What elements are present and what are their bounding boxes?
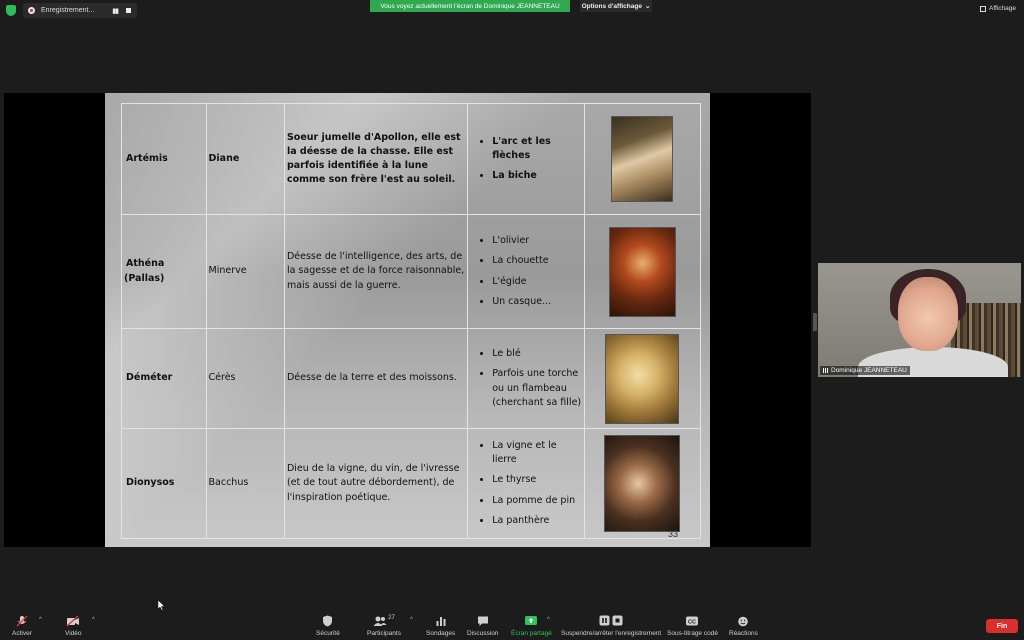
list-item: La pomme de pin: [492, 494, 581, 508]
greek-name-cell: Artémis: [121, 103, 207, 215]
cc-icon: CC: [686, 616, 699, 626]
view-button-label: Affichage: [989, 5, 1016, 12]
meeting-toolbar: Activer ^ Vidéo ^ Sécurité 27 Participan…: [0, 605, 1024, 640]
svg-text:CC: CC: [688, 620, 696, 626]
list-item: L'arc et les flèches: [492, 135, 581, 164]
attributes-cell: La vigne et le lierre Le thyrse La pomme…: [467, 428, 585, 539]
reactions-button[interactable]: Réactions: [729, 615, 758, 637]
list-item: Parfois une torche ou un flambeau (cherc…: [492, 367, 581, 410]
table-row: Déméter Cérès Déesse de la terre et des …: [121, 328, 702, 429]
share-options-caret[interactable]: ^: [547, 617, 550, 623]
attributes-cell: Le blé Parfois une torche ou un flambeau…: [467, 328, 585, 429]
artemis-painting: [611, 116, 674, 202]
video-options-caret[interactable]: ^: [92, 617, 95, 623]
painting-cell: [583, 214, 702, 329]
polls-button[interactable]: Sondages: [426, 615, 455, 637]
mute-button[interactable]: Activer: [12, 615, 32, 637]
presentation-slide: Artémis Diane Soeur jumelle d'Apollon, e…: [105, 93, 710, 547]
list-item: Le thyrse: [492, 473, 581, 487]
greek-name-cell: Dionysos: [121, 428, 207, 539]
audio-options-caret[interactable]: ^: [39, 617, 42, 623]
description-cell: Dieu de la vigne, du vin, de l'ivresse (…: [283, 428, 469, 539]
roman-name-cell: Cérès: [205, 328, 285, 429]
participants-count: 27: [388, 615, 395, 621]
list-item: L'olivier: [492, 234, 581, 248]
pause-icon: [599, 615, 610, 626]
share-screen-icon: [525, 616, 538, 625]
share-screen-button[interactable]: Écran partagé: [511, 615, 552, 637]
bar-chart-icon: [436, 617, 446, 626]
list-item: La biche: [492, 169, 581, 183]
table-row: Artémis Diane Soeur jumelle d'Apollon, e…: [121, 103, 702, 215]
stop-recording-icon[interactable]: [126, 8, 131, 13]
chat-button[interactable]: Discussion: [467, 615, 498, 637]
dionysos-painting: [604, 435, 681, 532]
participants-button[interactable]: 27 Participants: [367, 615, 401, 637]
description-cell: Déesse de la terre et des moissons.: [283, 328, 469, 429]
chat-bubble-icon: [477, 616, 488, 626]
participants-icon: [373, 616, 387, 626]
grid-icon: [980, 5, 987, 12]
description-cell: Soeur jumelle d'Apollon, elle est la dée…: [283, 103, 469, 215]
chevron-down-icon: ⌄: [644, 3, 651, 10]
participants-options-caret[interactable]: ^: [410, 617, 413, 623]
painting-cell: [583, 103, 702, 215]
camera-off-icon: [66, 615, 80, 627]
signal-icon: [823, 368, 829, 373]
video-button[interactable]: Vidéo: [65, 615, 82, 637]
participant-face: [898, 277, 958, 351]
participant-name-label: Dominique JEANNETEAU: [820, 366, 910, 375]
stop-icon: [612, 615, 623, 626]
demeter-painting: [605, 333, 680, 424]
list-item: Le blé: [492, 347, 581, 361]
participant-video[interactable]: Dominique JEANNETEAU: [818, 263, 1021, 377]
shield-icon: [323, 615, 333, 627]
emoji-icon: [738, 616, 749, 627]
attributes-cell: L'olivier La chouette L'égide Un casque.…: [467, 214, 585, 329]
shared-screen: Artémis Diane Soeur jumelle d'Apollon, e…: [4, 93, 811, 547]
greek-name-cell: Déméter: [121, 328, 207, 429]
table-row: Athéna (Pallas) Minerve Déesse de l'inte…: [121, 214, 702, 329]
roman-name-cell: Diane: [205, 103, 285, 215]
athena-painting: [608, 226, 676, 317]
view-button[interactable]: Affichage: [980, 5, 1016, 12]
recording-label: Enregistrement...: [41, 7, 95, 14]
view-options-label: Options d'affichage: [581, 2, 642, 10]
pause-stop-recording-button[interactable]: Suspendre/arrêter l'enregistrement: [561, 615, 661, 637]
roman-name-cell: Minerve: [205, 214, 285, 329]
security-shield-icon[interactable]: [6, 5, 16, 16]
painting-cell: [583, 428, 702, 539]
list-item: La panthère: [492, 514, 581, 528]
list-item: La chouette: [492, 254, 581, 268]
security-button[interactable]: Sécurité: [316, 615, 340, 637]
captions-button[interactable]: CC Sous-titrage codé: [667, 615, 718, 637]
record-icon: [28, 7, 35, 14]
view-options-button[interactable]: Options d'affichage ⌄: [580, 0, 652, 12]
greek-name-cell: Athéna (Pallas): [121, 214, 207, 329]
roman-name-cell: Bacchus: [205, 428, 285, 539]
painting-cell: [583, 328, 702, 429]
list-item: Un casque...: [492, 295, 581, 309]
gods-table: Artémis Diane Soeur jumelle d'Apollon, e…: [121, 103, 702, 539]
pause-recording-icon[interactable]: ▮▮: [112, 7, 119, 15]
table-row: Dionysos Bacchus Dieu de la vigne, du vi…: [121, 428, 702, 539]
collapse-video-handle[interactable]: [813, 313, 817, 331]
list-item: La vigne et le lierre: [492, 439, 581, 468]
list-item: L'égide: [492, 275, 581, 289]
share-banner: Vous voyez actuellement l'écran de Domin…: [370, 0, 570, 12]
recording-indicator[interactable]: Enregistrement... ▮▮: [23, 3, 137, 18]
description-cell: Déesse de l'intelligence, des arts, de l…: [283, 214, 469, 329]
attributes-cell: L'arc et les flèches La biche: [467, 103, 585, 215]
end-meeting-button[interactable]: Fin: [986, 619, 1018, 633]
microphone-muted-icon: [16, 615, 28, 627]
slide-page-number: 33: [667, 529, 678, 539]
